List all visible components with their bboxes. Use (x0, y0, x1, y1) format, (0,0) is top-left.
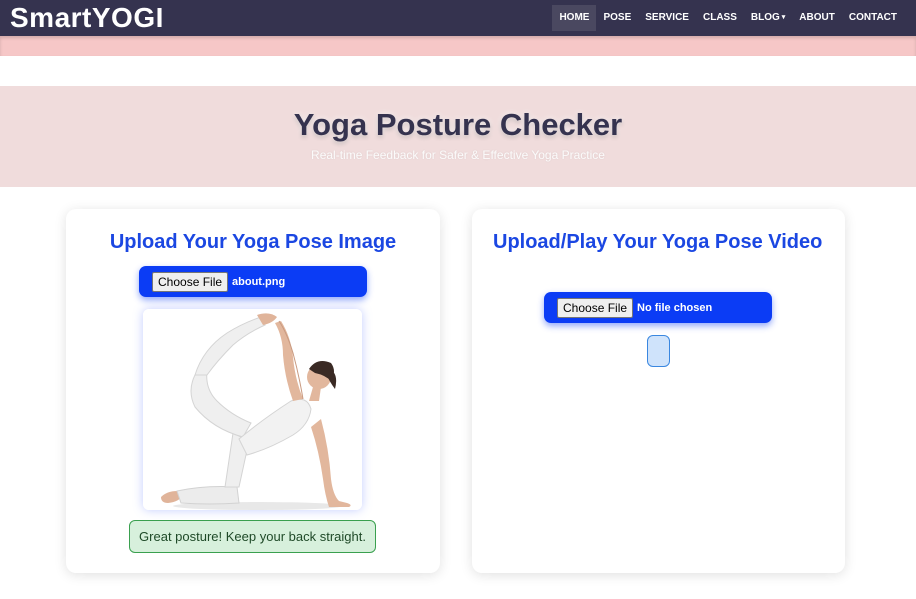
nav-home-label: HOME (559, 12, 590, 23)
nav-about[interactable]: ABOUT (792, 5, 842, 31)
nav-home[interactable]: HOME (552, 5, 597, 31)
nav-service-label: SERVICE (645, 12, 689, 23)
video-player[interactable] (647, 335, 670, 367)
posture-feedback-message: Great posture! Keep your back straight. (129, 520, 376, 553)
video-upload-card: Upload/Play Your Yoga Pose Video Choose … (472, 209, 845, 573)
main-nav: HOME POSE SERVICE CLASS BLOG ▾ ABOUT CONT… (552, 5, 904, 31)
nav-class-label: CLASS (702, 12, 737, 23)
top-navbar: SmartYOGI HOME POSE SERVICE CLASS BLOG ▾ … (0, 0, 916, 36)
decorative-band (0, 36, 916, 56)
nav-service[interactable]: SERVICE (638, 5, 696, 31)
video-choose-file-button[interactable]: Choose File (557, 297, 634, 318)
page-title: Yoga Posture Checker (293, 107, 623, 142)
hero-banner: Yoga Posture Checker Real-time Feedback … (0, 86, 916, 187)
video-file-input[interactable]: Choose File No file chosen (544, 292, 772, 323)
yoga-pose-image (143, 309, 362, 510)
page-subtitle: Real-time Feedback for Safer & Effective… (311, 148, 605, 162)
nav-about-label: ABOUT (799, 12, 835, 23)
nav-blog[interactable]: BLOG ▾ (744, 5, 792, 31)
image-file-input[interactable]: Choose File about.png (139, 266, 367, 297)
image-upload-card: Upload Your Yoga Pose Image Choose File … (66, 209, 440, 573)
nav-contact[interactable]: CONTACT (842, 5, 904, 31)
image-choose-file-button[interactable]: Choose File (152, 271, 229, 292)
chevron-down-icon: ▾ (781, 14, 786, 21)
brand-logo[interactable]: SmartYOGI (10, 2, 164, 34)
nav-contact-label: CONTACT (848, 12, 897, 23)
image-card-title: Upload Your Yoga Pose Image (109, 231, 397, 253)
video-file-name: No file chosen (637, 301, 713, 314)
nav-pose-label: POSE (603, 12, 632, 23)
nav-blog-label: BLOG (750, 12, 780, 23)
nav-pose[interactable]: POSE (596, 5, 638, 31)
image-file-name: about.png (232, 275, 286, 288)
nav-class[interactable]: CLASS (696, 5, 744, 31)
video-card-title: Upload/Play Your Yoga Pose Video (493, 231, 823, 253)
pose-image-preview (143, 309, 362, 510)
